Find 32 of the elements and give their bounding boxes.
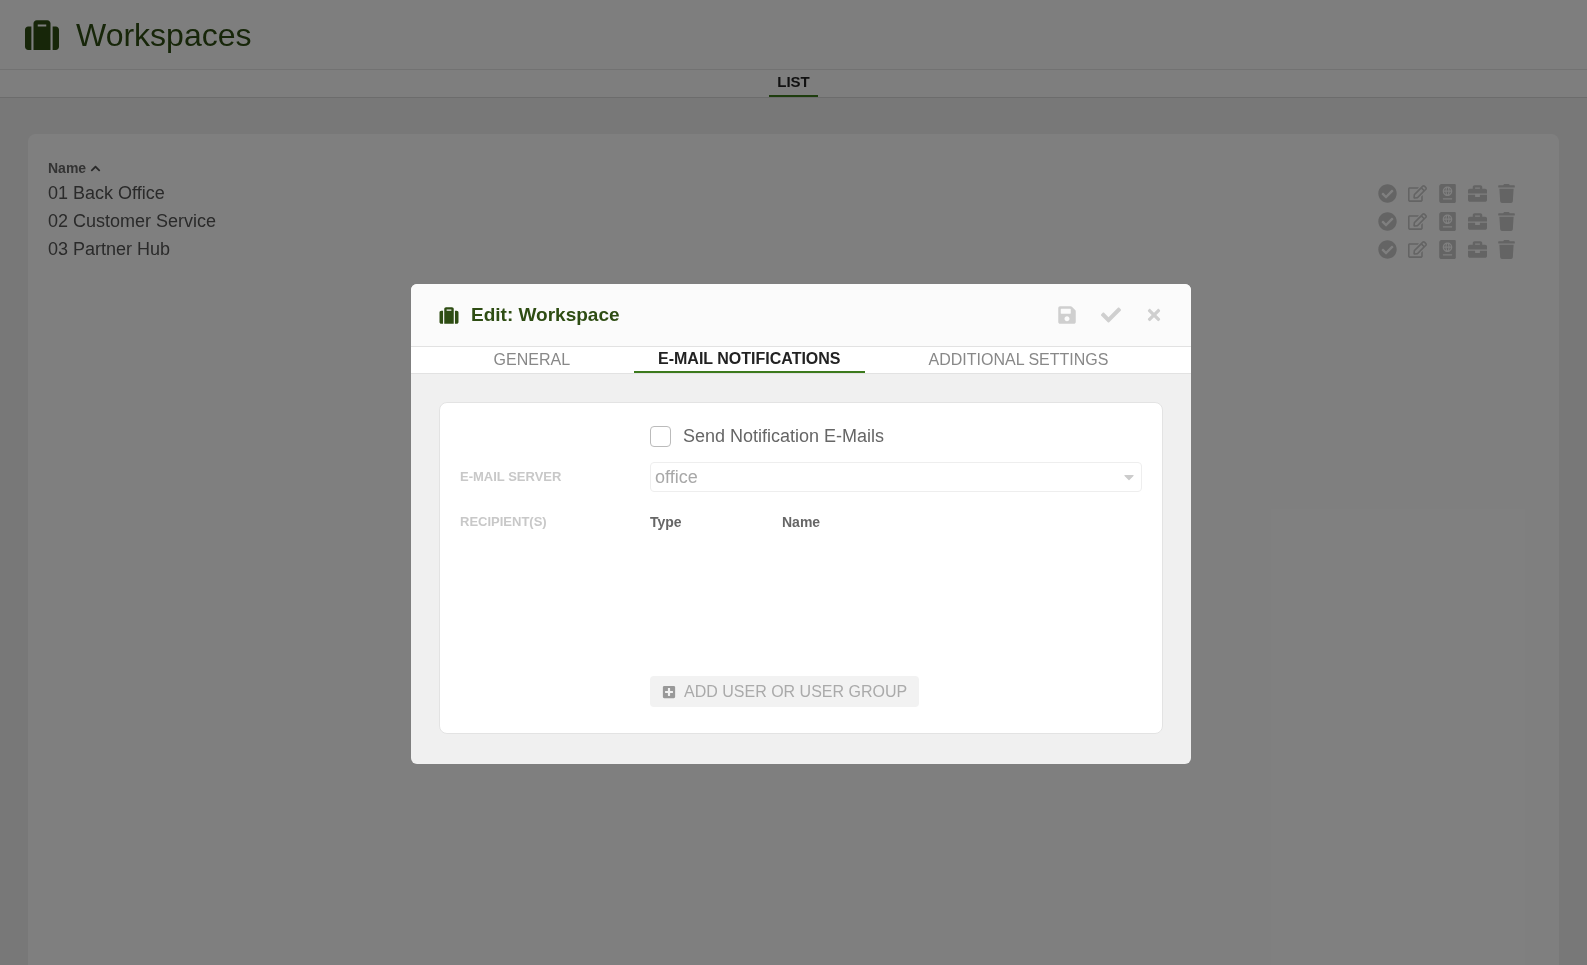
workspace-name[interactable]: 02 Customer Service bbox=[48, 207, 217, 235]
column-header[interactable]: Name bbox=[48, 158, 87, 179]
checkbox[interactable] bbox=[650, 426, 671, 447]
workspace-name[interactable]: 03 Partner Hub bbox=[48, 235, 171, 263]
dialog-tab[interactable]: E-MAIL NOTIFICATIONS bbox=[634, 347, 865, 373]
briefcase-icon[interactable] bbox=[1468, 239, 1487, 259]
dialog-title: Edit: Workspace bbox=[471, 302, 621, 327]
check-icon[interactable] bbox=[1101, 305, 1121, 325]
checkbox-label[interactable]: Send Notification E-Mails bbox=[683, 423, 885, 450]
briefcase-icon[interactable] bbox=[1468, 183, 1487, 203]
suitcase-icon bbox=[439, 305, 459, 325]
briefcase-icon[interactable] bbox=[1468, 211, 1487, 231]
save-icon[interactable] bbox=[1057, 305, 1077, 325]
workspace-name[interactable]: 01 Back Office bbox=[48, 179, 165, 207]
trash-icon[interactable] bbox=[1498, 183, 1515, 203]
close-icon[interactable] bbox=[1145, 306, 1163, 324]
edit-icon[interactable] bbox=[1408, 183, 1427, 203]
dialog-tab[interactable]: ADDITIONAL SETTINGS bbox=[904, 347, 1133, 373]
dialog-tab[interactable]: GENERAL bbox=[469, 347, 595, 373]
trash-icon[interactable] bbox=[1498, 239, 1515, 259]
edit-icon[interactable] bbox=[1408, 211, 1427, 231]
list-tab[interactable]: LIST bbox=[769, 70, 818, 97]
edit-icon[interactable] bbox=[1408, 239, 1427, 259]
page-title: Workspaces bbox=[76, 15, 252, 55]
passport-icon[interactable] bbox=[1438, 239, 1457, 259]
column-header: Name bbox=[782, 513, 822, 532]
passport-icon[interactable] bbox=[1438, 183, 1457, 203]
column-header: Type bbox=[650, 513, 683, 532]
suitcase-icon bbox=[24, 17, 60, 52]
trash-icon[interactable] bbox=[1498, 211, 1515, 231]
plus-icon bbox=[662, 684, 676, 699]
passport-icon[interactable] bbox=[1438, 211, 1457, 231]
